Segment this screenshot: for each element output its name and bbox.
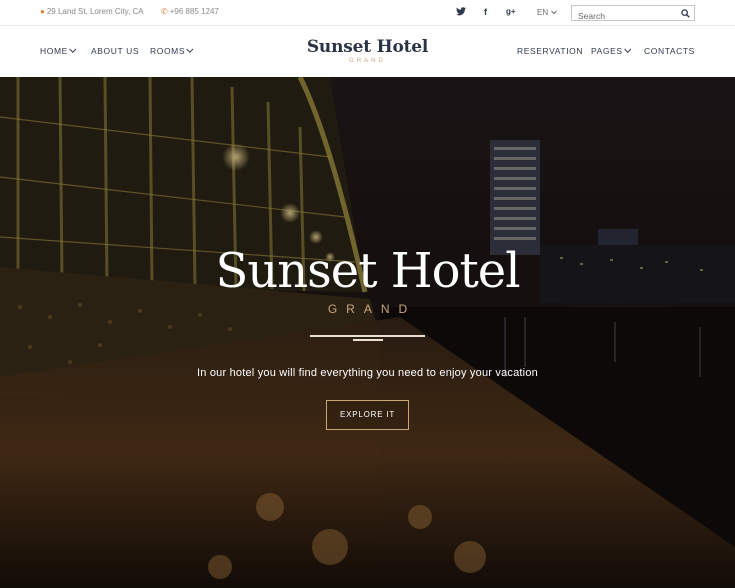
logo-name: Sunset Hotel: [306, 37, 429, 57]
phone: ✆ +96 885 1247: [161, 7, 219, 16]
top-info-bar: ● 29 Land St, Lorem City, CA ✆ +96 885 124…: [0, 0, 735, 26]
hero-title: Sunset Hotel: [215, 243, 520, 299]
twitter-icon[interactable]: [456, 7, 466, 18]
hero-description: In our hotel you will find everything yo…: [197, 367, 538, 379]
chevron-down-icon: [623, 45, 632, 53]
chevron-down-icon: [551, 10, 558, 15]
hero-subtitle: GRAND: [327, 302, 417, 316]
logo-subtitle: GRAND: [349, 58, 386, 64]
nav-contacts[interactable]: CONTACTS: [644, 46, 695, 56]
hero-banner: Sunset Hotel GRAND In our hotel you will…: [0, 77, 735, 588]
hero-divider: [310, 335, 425, 343]
phone-icon: ✆: [161, 7, 168, 16]
main-navbar: HOME ABOUT US ROOMS Sunset Hotel GRAND R…: [0, 26, 735, 77]
explore-button[interactable]: EXPLORE IT: [326, 400, 409, 430]
search-icon[interactable]: [681, 9, 690, 18]
search-input[interactable]: [572, 9, 672, 23]
map-pin-icon: ●: [40, 7, 45, 16]
google-plus-icon[interactable]: g+: [506, 7, 516, 16]
nav-reservation[interactable]: RESERVATION: [517, 46, 583, 56]
hero-background-image: [0, 77, 735, 588]
facebook-icon[interactable]: f: [484, 7, 487, 17]
search-box: [571, 5, 695, 23]
language-selector[interactable]: EN: [537, 8, 558, 17]
nav-pages[interactable]: PAGES: [591, 45, 632, 56]
address: ● 29 Land St, Lorem City, CA: [40, 7, 144, 16]
